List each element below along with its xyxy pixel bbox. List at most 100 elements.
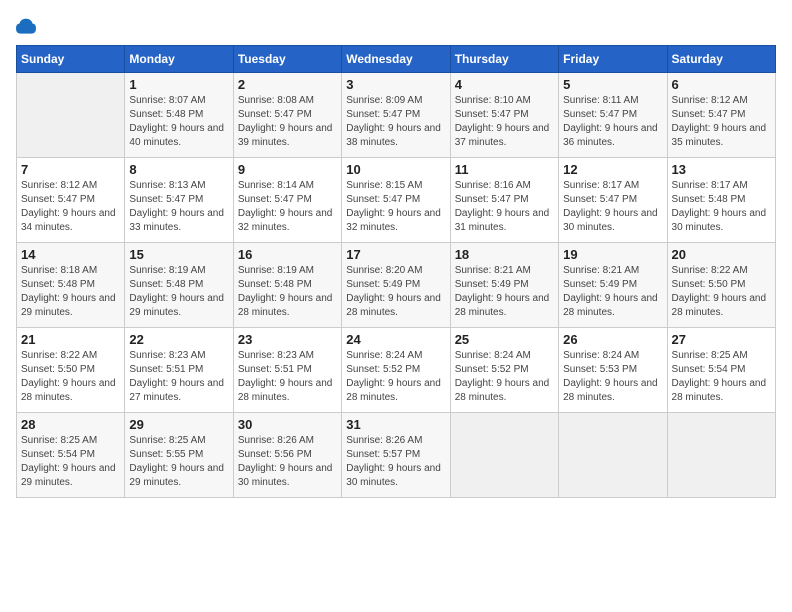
day-info: Sunrise: 8:08 AMSunset: 5:47 PMDaylight:… [238,94,337,150]
day-info: Sunrise: 8:17 AMSunset: 5:48 PMDaylight:… [672,179,771,235]
day-info: Sunrise: 8:25 AMSunset: 5:55 PMDaylight:… [129,434,228,490]
day-number: 8 [129,162,228,177]
day-number: 14 [21,247,120,262]
calendar-cell: 15 Sunrise: 8:19 AMSunset: 5:48 PMDayligh… [125,243,233,328]
day-info: Sunrise: 8:21 AMSunset: 5:49 PMDaylight:… [455,264,554,320]
day-number: 7 [21,162,120,177]
day-number: 30 [238,417,337,432]
day-info: Sunrise: 8:25 AMSunset: 5:54 PMDaylight:… [672,349,771,405]
day-info: Sunrise: 8:11 AMSunset: 5:47 PMDaylight:… [563,94,662,150]
day-number: 18 [455,247,554,262]
day-info: Sunrise: 8:26 AMSunset: 5:56 PMDaylight:… [238,434,337,490]
logo-icon [16,17,36,37]
day-number: 5 [563,77,662,92]
weekday-header-monday: Monday [125,46,233,73]
calendar-cell: 14 Sunrise: 8:18 AMSunset: 5:48 PMDayligh… [17,243,125,328]
weekday-header-thursday: Thursday [450,46,558,73]
calendar-week-4: 21Sunrise: 8:22 AMSunset: 5:50 PMDayligh… [17,328,776,413]
day-number: 17 [346,247,445,262]
calendar-cell: 12Sunrise: 8:17 AMSunset: 5:47 PMDayligh… [559,158,667,243]
day-info: Sunrise: 8:23 AMSunset: 5:51 PMDaylight:… [129,349,228,405]
calendar-cell: 31 Sunrise: 8:26 AMSunset: 5:57 PMDayligh… [342,413,450,498]
calendar-week-5: 28 Sunrise: 8:25 AMSunset: 5:54 PMDayligh… [17,413,776,498]
day-number: 16 [238,247,337,262]
day-number: 1 [129,77,228,92]
day-info: Sunrise: 8:12 AMSunset: 5:47 PMDaylight:… [21,179,120,235]
day-info: Sunrise: 8:22 AMSunset: 5:50 PMDaylight:… [672,264,771,320]
day-number: 19 [563,247,662,262]
day-info: Sunrise: 8:25 AMSunset: 5:54 PMDaylight:… [21,434,120,490]
day-number: 9 [238,162,337,177]
calendar-cell: 23 Sunrise: 8:23 AMSunset: 5:51 PMDayligh… [233,328,341,413]
calendar-cell: 27 Sunrise: 8:25 AMSunset: 5:54 PMDayligh… [667,328,775,413]
calendar-week-3: 14 Sunrise: 8:18 AMSunset: 5:48 PMDayligh… [17,243,776,328]
day-info: Sunrise: 8:21 AMSunset: 5:49 PMDaylight:… [563,264,662,320]
day-info: Sunrise: 8:19 AMSunset: 5:48 PMDaylight:… [129,264,228,320]
calendar-week-1: 1 Sunrise: 8:07 AMSunset: 5:48 PMDaylight… [17,73,776,158]
day-number: 21 [21,332,120,347]
calendar-cell: 3 Sunrise: 8:09 AMSunset: 5:47 PMDaylight… [342,73,450,158]
calendar-cell: 28 Sunrise: 8:25 AMSunset: 5:54 PMDayligh… [17,413,125,498]
day-info: Sunrise: 8:16 AMSunset: 5:47 PMDaylight:… [455,179,554,235]
calendar-cell: 8Sunrise: 8:13 AMSunset: 5:47 PMDaylight… [125,158,233,243]
day-number: 27 [672,332,771,347]
calendar-cell: 13Sunrise: 8:17 AMSunset: 5:48 PMDayligh… [667,158,775,243]
calendar-cell: 22 Sunrise: 8:23 AMSunset: 5:51 PMDayligh… [125,328,233,413]
calendar-cell [17,73,125,158]
day-number: 4 [455,77,554,92]
day-info: Sunrise: 8:24 AMSunset: 5:53 PMDaylight:… [563,349,662,405]
day-number: 15 [129,247,228,262]
day-info: Sunrise: 8:17 AMSunset: 5:47 PMDaylight:… [563,179,662,235]
calendar-cell [667,413,775,498]
day-info: Sunrise: 8:15 AMSunset: 5:47 PMDaylight:… [346,179,445,235]
day-number: 6 [672,77,771,92]
day-number: 2 [238,77,337,92]
calendar-cell: 20 Sunrise: 8:22 AMSunset: 5:50 PMDayligh… [667,243,775,328]
calendar-cell: 24Sunrise: 8:24 AMSunset: 5:52 PMDayligh… [342,328,450,413]
day-number: 23 [238,332,337,347]
calendar-cell: 29 Sunrise: 8:25 AMSunset: 5:55 PMDayligh… [125,413,233,498]
calendar-cell: 18 Sunrise: 8:21 AMSunset: 5:49 PMDayligh… [450,243,558,328]
logo [16,16,40,37]
calendar-cell: 6Sunrise: 8:12 AMSunset: 5:47 PMDaylight… [667,73,775,158]
day-number: 28 [21,417,120,432]
day-info: Sunrise: 8:10 AMSunset: 5:47 PMDaylight:… [455,94,554,150]
calendar-cell: 16 Sunrise: 8:19 AMSunset: 5:48 PMDayligh… [233,243,341,328]
day-number: 31 [346,417,445,432]
calendar-cell: 26 Sunrise: 8:24 AMSunset: 5:53 PMDayligh… [559,328,667,413]
calendar-cell: 17 Sunrise: 8:20 AMSunset: 5:49 PMDayligh… [342,243,450,328]
calendar-cell [559,413,667,498]
day-info: Sunrise: 8:19 AMSunset: 5:48 PMDaylight:… [238,264,337,320]
day-info: Sunrise: 8:18 AMSunset: 5:48 PMDaylight:… [21,264,120,320]
day-number: 24 [346,332,445,347]
day-number: 11 [455,162,554,177]
calendar-cell: 21Sunrise: 8:22 AMSunset: 5:50 PMDayligh… [17,328,125,413]
weekday-header-saturday: Saturday [667,46,775,73]
day-number: 10 [346,162,445,177]
calendar-cell: 19 Sunrise: 8:21 AMSunset: 5:49 PMDayligh… [559,243,667,328]
calendar-cell: 9 Sunrise: 8:14 AMSunset: 5:47 PMDaylight… [233,158,341,243]
day-info: Sunrise: 8:26 AMSunset: 5:57 PMDaylight:… [346,434,445,490]
calendar-week-2: 7 Sunrise: 8:12 AMSunset: 5:47 PMDaylight… [17,158,776,243]
day-number: 26 [563,332,662,347]
day-info: Sunrise: 8:24 AMSunset: 5:52 PMDaylight:… [455,349,554,405]
day-info: Sunrise: 8:20 AMSunset: 5:49 PMDaylight:… [346,264,445,320]
weekday-header-sunday: Sunday [17,46,125,73]
calendar-cell: 11 Sunrise: 8:16 AMSunset: 5:47 PMDayligh… [450,158,558,243]
calendar-cell: 2 Sunrise: 8:08 AMSunset: 5:47 PMDaylight… [233,73,341,158]
day-number: 22 [129,332,228,347]
day-info: Sunrise: 8:07 AMSunset: 5:48 PMDaylight:… [129,94,228,150]
calendar-cell: 4 Sunrise: 8:10 AMSunset: 5:47 PMDaylight… [450,73,558,158]
day-number: 29 [129,417,228,432]
weekday-header-tuesday: Tuesday [233,46,341,73]
day-info: Sunrise: 8:14 AMSunset: 5:47 PMDaylight:… [238,179,337,235]
weekday-header-friday: Friday [559,46,667,73]
day-number: 25 [455,332,554,347]
header [16,16,776,37]
day-number: 3 [346,77,445,92]
calendar-table: SundayMondayTuesdayWednesdayThursdayFrid… [16,45,776,498]
day-info: Sunrise: 8:09 AMSunset: 5:47 PMDaylight:… [346,94,445,150]
day-info: Sunrise: 8:23 AMSunset: 5:51 PMDaylight:… [238,349,337,405]
calendar-cell: 30 Sunrise: 8:26 AMSunset: 5:56 PMDayligh… [233,413,341,498]
day-number: 20 [672,247,771,262]
